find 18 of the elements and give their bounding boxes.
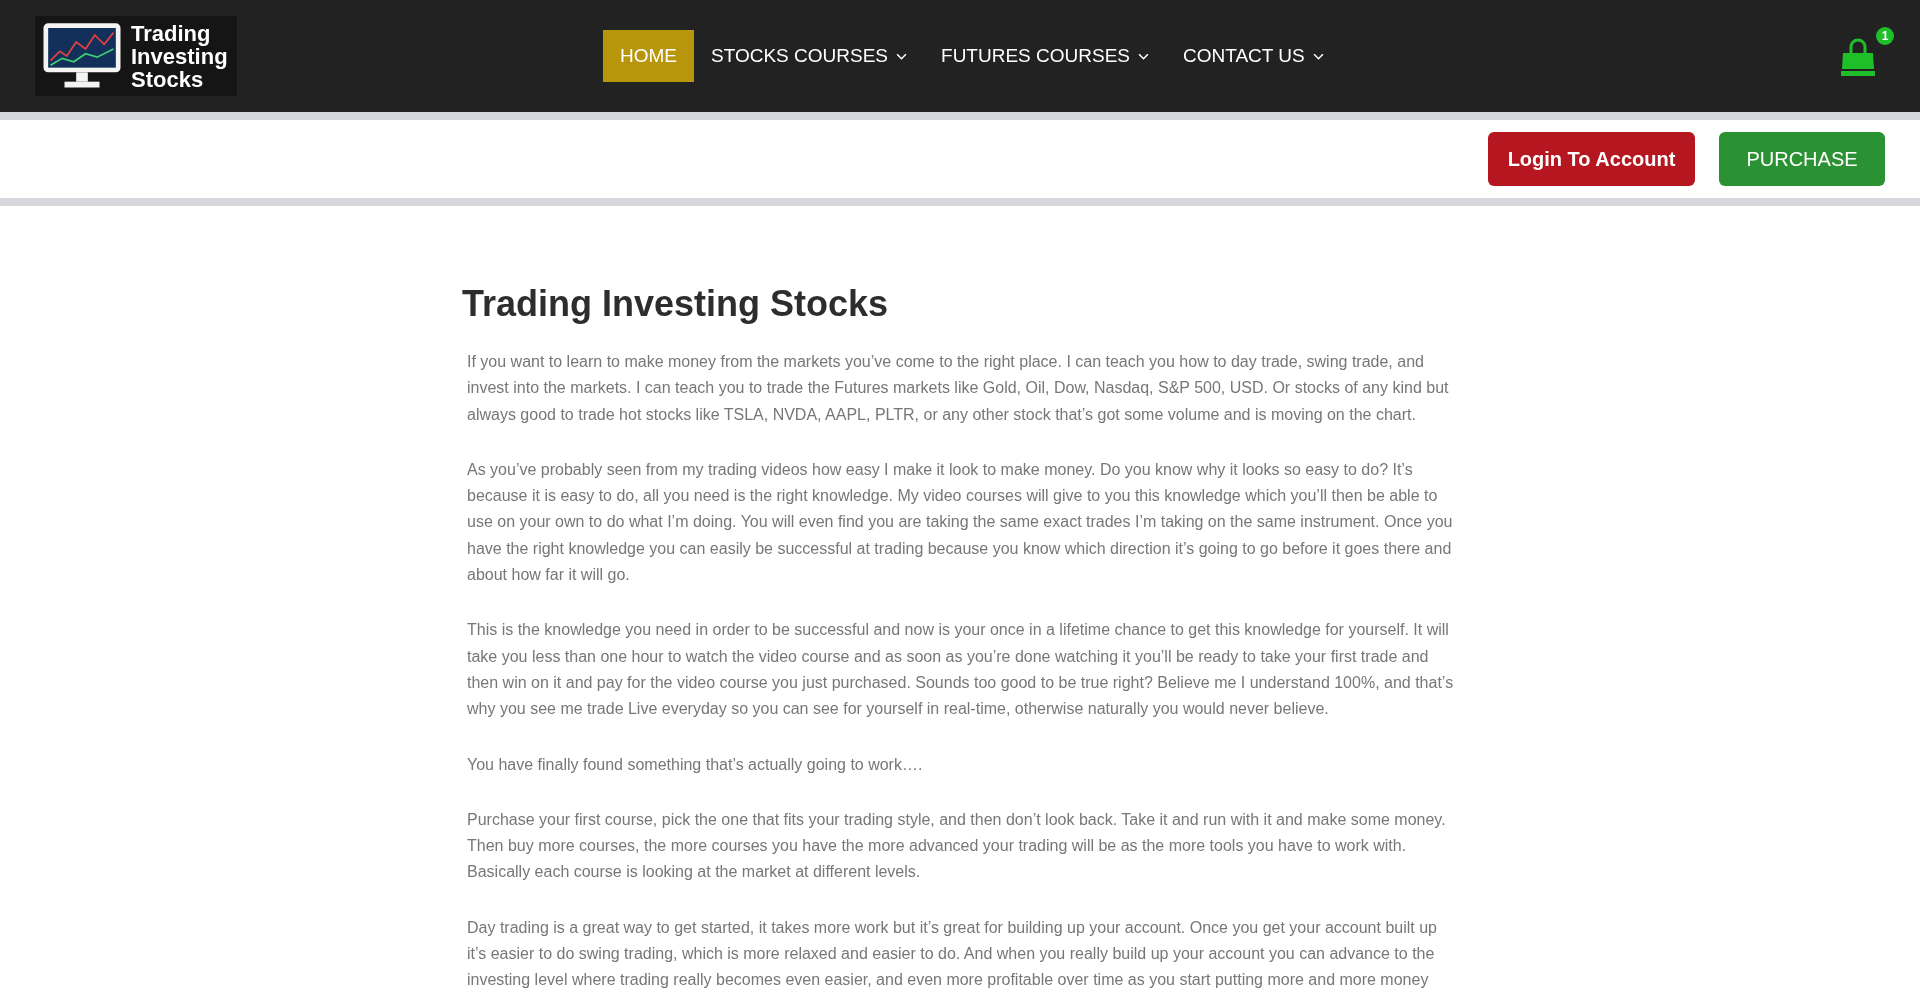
logo-text: Trading bbox=[131, 21, 212, 45]
purchase-button[interactable]: PURCHASE bbox=[1719, 132, 1885, 186]
shopping-bag-icon[interactable] bbox=[1838, 37, 1878, 77]
paragraph: You have finally found something that’s actually going to work…. bbox=[467, 754, 924, 775]
cart-count-badge: 1 bbox=[1876, 27, 1894, 45]
login-button[interactable]: Login To Account bbox=[1488, 132, 1695, 186]
paragraph: This is the knowledge you need in order to be successful and now is your once in a lifetime chance to get this knowledge for yourself. It will take you less than one hour to watch the video course and as soon as you’re done watching it you’ll be ready to take your first trade and then win on it and pay for the video course you just purchased. Sounds too good to be true right? Believe me I understand 100%, and that’s why you see me trade Live everyday so you can see for yourself in real-time, otherwise naturally you would never believe. bbox=[467, 620, 1455, 720]
site-logo[interactable]: Trading Investing Stocks bbox=[35, 16, 237, 96]
monitor-chart-icon bbox=[41, 21, 123, 91]
paragraph: Purchase your first course, pick the one that fits your trading style, and then don’t look back. Take it and run with it and make some money. Then buy more courses, the more courses you have the more advanced your trading will be as the more tools you have to work with. Basically each course is looking at the market at different levels. bbox=[467, 809, 1447, 883]
nav-link[interactable]: STOCKS COURSES bbox=[694, 30, 925, 82]
paragraph: As you’ve probably seen from my trading videos how easy I make it look to make money. Do you know why it looks so easy to do? It’s because it is easy to do, all you need is the right knowledge. My video courses will give to you this knowledge which you’ll then be able to use on your own to do what I’m doing. You will even find you are taking the same exact trades I’m taking on the same instrument. Once you have the right knowledge you can easily be successful at trading because you know which direction it’s going to go before it goes there and about how far it will go. bbox=[467, 459, 1454, 586]
page-title: Trading Investing Stocks bbox=[462, 282, 890, 325]
logo-text: Stocks bbox=[131, 67, 204, 91]
nav-link[interactable]: CONTACT US bbox=[1166, 30, 1341, 82]
paragraph: If you want to learn to make money from the markets you’ve come to the right place. I can teach you how to day trade, swing trade, and invest into the markets. I can teach you to trade the Futures markets like Gold, Oil, Dow, Nasdaq, S&P 500, USD. Or stocks of any kind but always good to trade hot stocks like TSLA, NVDA, AAPL, PLTR, or any other stock that’s got some volume and is moving on the chart. bbox=[467, 352, 1450, 425]
nav-link[interactable]: FUTURES COURSES bbox=[924, 30, 1166, 82]
paragraph: Day trading is a great way to get started, it takes more work but it’s great for building up your account. Once you get your account built up it’s easier to do swing trading, which is more relaxed and easier to do. And when you really build up your account you can advance to the investing level where trading really becomes even easier, and even more profitable over time as you start putting more and more money bbox=[467, 917, 1438, 991]
